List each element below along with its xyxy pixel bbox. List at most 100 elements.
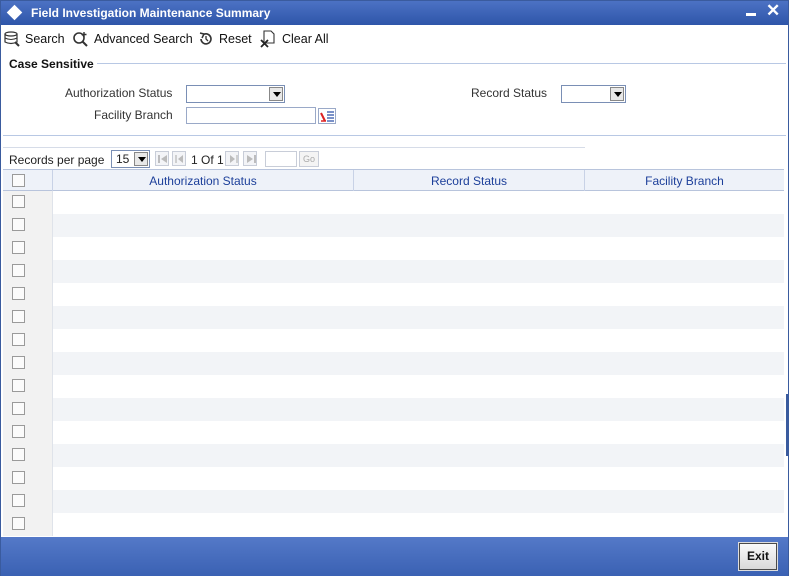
exit-button[interactable]: Exit: [738, 542, 778, 571]
window-title: Field Investigation Maintenance Summary: [31, 6, 271, 20]
row-checkbox[interactable]: [12, 471, 25, 484]
case-sensitive-title: Case Sensitive: [9, 57, 94, 71]
row-data-cell[interactable]: [53, 237, 784, 260]
authorization-status-label: Authorization Status: [65, 86, 173, 100]
toolbar: Search Advanced Search Reset Clear All: [1, 25, 788, 53]
grid-header: Authorization Status Record Status Facil…: [3, 169, 784, 191]
table-row[interactable]: [3, 260, 784, 283]
row-checkbox[interactable]: [12, 241, 25, 254]
row-checkbox-cell: [3, 444, 53, 467]
chevron-down-icon[interactable]: [134, 152, 148, 166]
table-row[interactable]: [3, 237, 784, 260]
row-checkbox[interactable]: [12, 195, 25, 208]
first-page-icon: [158, 155, 167, 163]
table-row[interactable]: [3, 306, 784, 329]
select-all-checkbox[interactable]: [12, 174, 25, 187]
row-checkbox-cell: [3, 421, 53, 444]
minimize-icon[interactable]: [746, 13, 756, 16]
column-header-facility-branch[interactable]: Facility Branch: [585, 170, 784, 191]
table-row[interactable]: [3, 191, 784, 214]
table-row[interactable]: [3, 329, 784, 352]
page-indicator: 1 Of 1: [191, 153, 224, 167]
row-data-cell[interactable]: [53, 444, 784, 467]
table-row[interactable]: [3, 283, 784, 306]
row-checkbox[interactable]: [12, 402, 25, 415]
row-data-cell[interactable]: [53, 490, 784, 513]
row-checkbox-cell: [3, 237, 53, 260]
clear-all-button[interactable]: Clear All: [260, 30, 329, 48]
table-row[interactable]: [3, 352, 784, 375]
records-per-page-select[interactable]: 15: [111, 150, 150, 168]
authorization-status-select[interactable]: [186, 85, 285, 103]
row-data-cell[interactable]: [53, 214, 784, 237]
previous-page-icon: [175, 155, 183, 163]
row-checkbox-cell: [3, 283, 53, 306]
pagination-bar: Records per page 15 1 Of 1 Go: [3, 147, 585, 169]
row-checkbox-cell: [3, 306, 53, 329]
row-data-cell[interactable]: [53, 467, 784, 490]
row-data-cell[interactable]: [53, 329, 784, 352]
row-data-cell[interactable]: [53, 375, 784, 398]
table-row[interactable]: [3, 421, 784, 444]
go-button[interactable]: Go: [299, 151, 319, 167]
row-data-cell[interactable]: [53, 513, 784, 536]
column-header-authorization-status[interactable]: Authorization Status: [53, 170, 354, 191]
table-row[interactable]: [3, 214, 784, 237]
section-divider: [97, 63, 786, 64]
next-page-button[interactable]: [225, 151, 239, 166]
row-data-cell[interactable]: [53, 260, 784, 283]
window-diamond-icon: [6, 4, 23, 21]
advanced-search-button-label: Advanced Search: [94, 32, 193, 46]
previous-page-button[interactable]: [172, 151, 186, 166]
row-data-cell[interactable]: [53, 398, 784, 421]
title-bar[interactable]: Field Investigation Maintenance Summary …: [1, 1, 788, 25]
column-header-record-status[interactable]: Record Status: [354, 170, 585, 191]
list-of-values-icon[interactable]: [318, 108, 336, 124]
reset-button-label: Reset: [219, 32, 252, 46]
select-all-cell: [3, 170, 53, 191]
chevron-down-icon[interactable]: [610, 87, 624, 101]
row-checkbox-cell: [3, 467, 53, 490]
results-grid: Authorization Status Record Status Facil…: [3, 169, 784, 537]
last-page-button[interactable]: [243, 151, 257, 166]
advanced-search-button[interactable]: Advanced Search: [72, 30, 193, 48]
table-row[interactable]: [3, 444, 784, 467]
table-row[interactable]: [3, 513, 784, 536]
row-checkbox[interactable]: [12, 218, 25, 231]
footer-bar: Exit: [1, 537, 788, 576]
records-per-page-label: Records per page: [9, 153, 105, 167]
table-row[interactable]: [3, 467, 784, 490]
row-checkbox[interactable]: [12, 448, 25, 461]
chevron-down-icon[interactable]: [269, 87, 283, 101]
row-checkbox[interactable]: [12, 425, 25, 438]
row-checkbox[interactable]: [12, 494, 25, 507]
facility-branch-input[interactable]: [186, 107, 316, 124]
table-row[interactable]: [3, 398, 784, 421]
row-checkbox[interactable]: [12, 310, 25, 323]
row-checkbox[interactable]: [12, 287, 25, 300]
row-checkbox[interactable]: [12, 379, 25, 392]
table-row[interactable]: [3, 375, 784, 398]
summary-window: Field Investigation Maintenance Summary …: [0, 0, 789, 576]
row-data-cell[interactable]: [53, 352, 784, 375]
row-checkbox[interactable]: [12, 333, 25, 346]
row-data-cell[interactable]: [53, 191, 784, 214]
row-checkbox-cell: [3, 375, 53, 398]
record-status-select[interactable]: [561, 85, 626, 103]
row-checkbox-cell: [3, 513, 53, 536]
table-row[interactable]: [3, 490, 784, 513]
advanced-search-icon: [73, 31, 88, 47]
clear-all-icon: [260, 30, 275, 48]
row-checkbox-cell: [3, 490, 53, 513]
row-data-cell[interactable]: [53, 421, 784, 444]
row-checkbox[interactable]: [12, 264, 25, 277]
close-icon[interactable]: ✕: [766, 2, 780, 20]
reset-button[interactable]: Reset: [198, 30, 252, 48]
goto-page-input[interactable]: [265, 151, 297, 167]
row-data-cell[interactable]: [53, 283, 784, 306]
first-page-button[interactable]: [155, 151, 169, 166]
row-data-cell[interactable]: [53, 306, 784, 329]
search-button[interactable]: Search: [4, 30, 65, 48]
row-checkbox[interactable]: [12, 356, 25, 369]
row-checkbox[interactable]: [12, 517, 25, 530]
